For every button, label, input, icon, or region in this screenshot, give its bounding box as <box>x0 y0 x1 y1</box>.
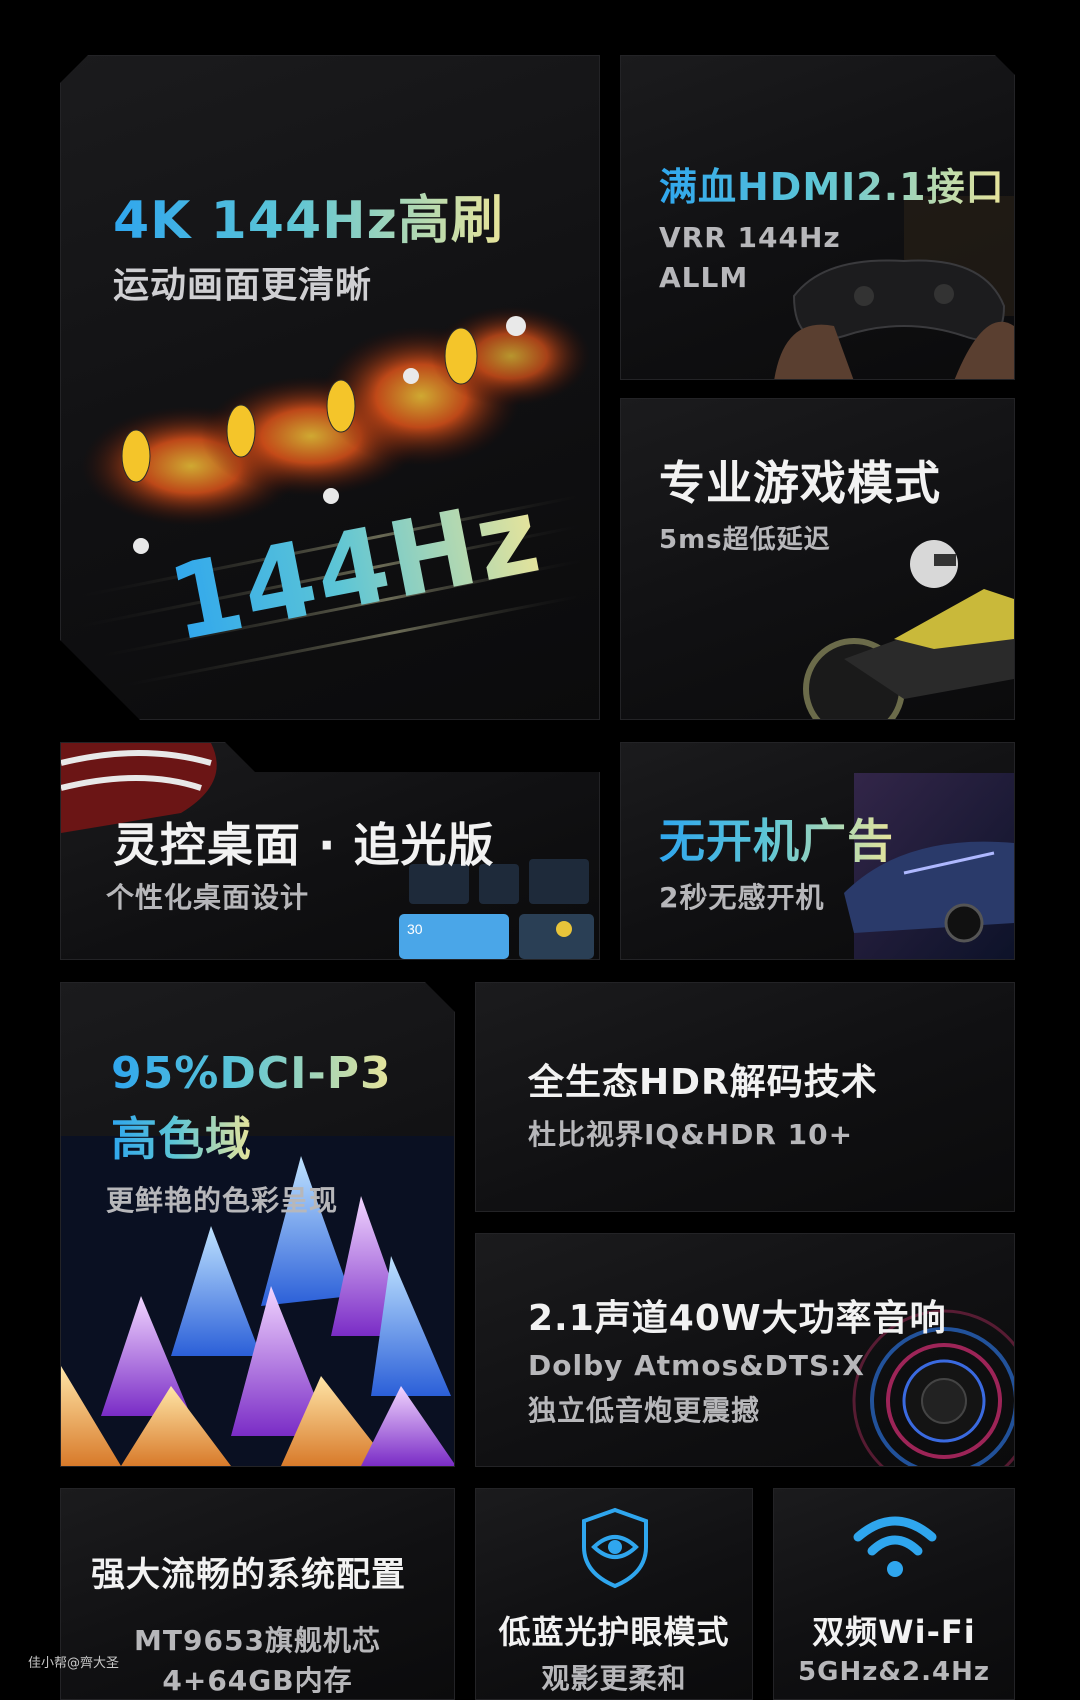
color-gamut-title-line2: 高色域 <box>111 1103 252 1169</box>
eye-care-title: 低蓝光护眼模式 <box>498 1613 730 1651</box>
desktop-subtitle: 个性化桌面设计 <box>106 881 310 914</box>
hdmi-feature-allm: ALLM <box>659 261 749 294</box>
wifi-card: 双频Wi-Fi 5GHz&2.4Hz <box>773 1488 1015 1700</box>
hdr-subtitle: 杜比视界IQ&HDR 10+ <box>528 1118 854 1151</box>
color-gamut-card: 95%DCI-P3 高色域 更鲜艳的色彩呈现 <box>60 982 455 1467</box>
wifi-icon <box>853 1516 937 1577</box>
audio-title: 2.1声道40W大功率音响 <box>528 1298 947 1339</box>
system-title: 强大流畅的系统配置 <box>91 1555 406 1595</box>
audio-feature-dolby: Dolby Atmos&DTS:X <box>528 1349 865 1382</box>
hdr-card: 全生态HDR解码技术 杜比视界IQ&HDR 10+ <box>475 982 1015 1212</box>
refresh-subtitle: 运动画面更清晰 <box>113 265 373 306</box>
watermark: 佳小帮@齊大圣 <box>28 1656 120 1671</box>
color-gamut-title-line1: 95%DCI-P3 <box>111 1048 392 1099</box>
eye-care-subtitle: 观影更柔和 <box>541 1662 687 1695</box>
refresh-rate-card: 4K 144Hz高刷 运动画面更清晰 144Hz <box>60 55 600 720</box>
desktop-title: 灵控桌面 · 追光版 <box>113 818 495 872</box>
color-gamut-subtitle: 更鲜艳的色彩呈现 <box>106 1184 339 1217</box>
weather-widget-temp: 30 <box>407 921 423 937</box>
no-ads-subtitle: 2秒无感开机 <box>659 881 825 914</box>
refresh-title: 4K 144Hz高刷 <box>113 178 504 253</box>
hdmi-card: 满血HDMI2.1接口 VRR 144Hz ALLM <box>620 55 1015 380</box>
audio-card: 2.1声道40W大功率音响 Dolby Atmos&DTS:X 独立低音炮更震撼 <box>475 1233 1015 1467</box>
game-mode-card: 专业游戏模式 5ms超低延迟 <box>620 398 1015 720</box>
system-chip: MT9653旗舰机芯 <box>134 1624 381 1657</box>
motorcycle-rider-image <box>803 540 1014 719</box>
wifi-subtitle: 5GHz&2.4Hz <box>798 1657 990 1687</box>
wifi-title: 双频Wi-Fi <box>812 1613 976 1651</box>
hdr-title: 全生态HDR解码技术 <box>528 1062 878 1103</box>
audio-feature-subwoofer: 独立低音炮更震撼 <box>528 1394 761 1427</box>
eye-care-card: 低蓝光护眼模式 观影更柔和 <box>475 1488 753 1700</box>
system-config-card: 强大流畅的系统配置 MT9653旗舰机芯 4+64GB内存 <box>60 1488 455 1700</box>
hdmi-title: 满血HDMI2.1接口 <box>659 156 1005 211</box>
game-mode-subtitle: 5ms超低延迟 <box>659 525 831 555</box>
no-ads-title: 无开机广告 <box>659 805 894 871</box>
desktop-ui-card: 30 灵控桌面 · 追光版 个性化桌面设计 <box>60 742 600 960</box>
hdmi-feature-vrr: VRR 144Hz <box>659 221 841 254</box>
game-mode-title: 专业游戏模式 <box>659 456 941 510</box>
system-memory: 4+64GB内存 <box>162 1664 353 1697</box>
no-ads-card: 无开机广告 2秒无感开机 <box>620 742 1015 960</box>
shield-eye-icon <box>582 1507 648 1589</box>
